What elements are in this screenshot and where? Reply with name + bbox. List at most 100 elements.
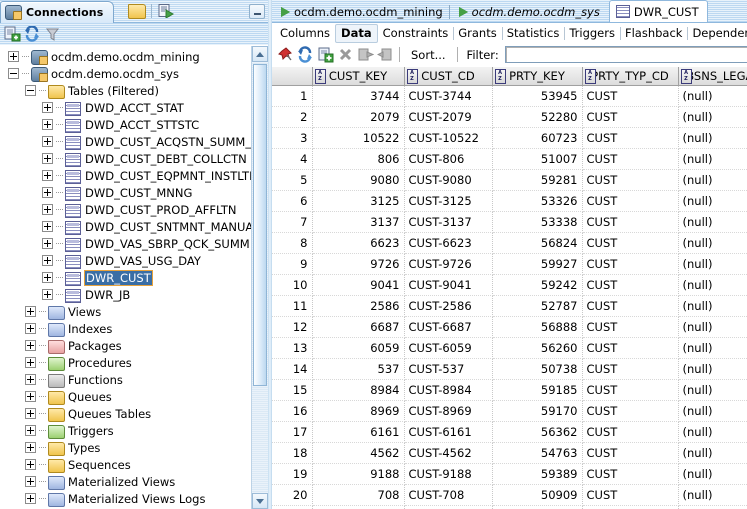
cell-prty_key[interactable]: 60723	[492, 128, 582, 149]
sort-button[interactable]: Sort...	[405, 48, 452, 62]
cell-prty_typ_cd[interactable]: CUST	[582, 86, 678, 107]
row-number[interactable]: 10	[272, 275, 312, 296]
cell-prty_key[interactable]: 52787	[492, 296, 582, 317]
expand-icon[interactable]	[25, 476, 36, 487]
row-number[interactable]: 7	[272, 212, 312, 233]
table-row[interactable]: 14537CUST-53750738CUST(null)	[272, 359, 747, 380]
cell-cust_key[interactable]: 6623	[312, 233, 404, 254]
tree-item-triggers[interactable]: Triggers	[0, 422, 252, 439]
table-row[interactable]: 176161CUST-616156362CUST(null)	[272, 422, 747, 443]
tab-connections[interactable]: Connections	[0, 1, 114, 23]
expand-icon[interactable]	[8, 51, 19, 62]
cell-cust_key[interactable]: 3744	[312, 86, 404, 107]
row-number[interactable]: 1	[272, 86, 312, 107]
cell-cust_cd[interactable]: CUST-537	[404, 359, 492, 380]
tree-item-dwd-cust-prod-affltn[interactable]: DWD_CUST_PROD_AFFLTN	[0, 201, 252, 218]
cell-bsns_legal[interactable]: (null)	[678, 401, 747, 422]
cell-bsns_legal[interactable]: (null)	[678, 359, 747, 380]
cell-cust_cd[interactable]: CUST-6059	[404, 338, 492, 359]
cell-cust_key[interactable]: 6687	[312, 317, 404, 338]
cell-cust_key[interactable]: 6059	[312, 338, 404, 359]
editor-tab-bar[interactable]: ocdm.demo.ocdm_miningocdm.demo.ocdm_sysD…	[272, 0, 747, 22]
tree-item-queues-tables[interactable]: Queues Tables	[0, 405, 252, 422]
cell-cust_key[interactable]: 10522	[312, 128, 404, 149]
scroll-up-button[interactable]	[252, 46, 268, 62]
cell-bsns_legal[interactable]: (null)	[678, 317, 747, 338]
expand-icon[interactable]	[25, 340, 36, 351]
cell-prty_key[interactable]: 52280	[492, 107, 582, 128]
column-header-cust_cd[interactable]: AZCUST_CD	[404, 67, 492, 86]
tree-item-packages[interactable]: Packages	[0, 337, 252, 354]
cell-prty_typ_cd[interactable]: CUST	[582, 359, 678, 380]
filter-icon[interactable]	[43, 25, 61, 43]
expand-icon[interactable]	[42, 102, 53, 113]
tree-item-dwd-acct-sttstc[interactable]: DWD_ACCT_STTSTC	[0, 116, 252, 133]
cell-prty_key[interactable]: 56260	[492, 338, 582, 359]
folder-icon[interactable]	[128, 2, 146, 20]
cell-cust_cd[interactable]: CUST-6623	[404, 233, 492, 254]
tab-statistics[interactable]: Statistics	[502, 24, 565, 43]
row-number[interactable]: 18	[272, 443, 312, 464]
cell-prty_typ_cd[interactable]: CUST	[582, 275, 678, 296]
new-connection-icon[interactable]	[3, 25, 21, 43]
cell-cust_cd[interactable]: CUST-10522	[404, 128, 492, 149]
tree-item-dwd-cust-eqpmnt-instltn[interactable]: DWD_CUST_EQPMNT_INSTLTN	[0, 167, 252, 184]
collapse-icon[interactable]	[8, 68, 19, 79]
cell-bsns_legal[interactable]: (null)	[678, 191, 747, 212]
cell-prty_key[interactable]: 56824	[492, 233, 582, 254]
cell-bsns_legal[interactable]: (null)	[678, 380, 747, 401]
cell-bsns_legal[interactable]: (null)	[678, 485, 747, 506]
cell-bsns_legal[interactable]: (null)	[678, 254, 747, 275]
tree-item-types[interactable]: Types	[0, 439, 252, 456]
expand-icon[interactable]	[42, 289, 53, 300]
tree-item-dwd-cust-mnng[interactable]: DWD_CUST_MNNG	[0, 184, 252, 201]
cell-prty_key[interactable]: 56888	[492, 317, 582, 338]
insert-row-icon[interactable]	[317, 46, 334, 63]
cell-cust_key[interactable]: 708	[312, 485, 404, 506]
cell-bsns_legal[interactable]: (null)	[678, 233, 747, 254]
table-row[interactable]: 310522CUST-1052260723CUST(null)	[272, 128, 747, 149]
row-number[interactable]: 6	[272, 191, 312, 212]
cell-cust_cd[interactable]: CUST-3137	[404, 212, 492, 233]
cell-cust_key[interactable]: 9188	[312, 464, 404, 485]
grid-corner-header[interactable]	[272, 67, 312, 86]
editor-tab-dwr-cust[interactable]: DWR_CUST	[609, 0, 708, 22]
row-number[interactable]: 20	[272, 485, 312, 506]
tree-item-dwd-cust-acqstn-summ-d[interactable]: DWD_CUST_ACQSTN_SUMM_D	[0, 133, 252, 150]
cell-cust_key[interactable]: 8969	[312, 401, 404, 422]
expand-icon[interactable]	[42, 119, 53, 130]
cell-cust_cd[interactable]: CUST-2586	[404, 296, 492, 317]
expand-icon[interactable]	[25, 459, 36, 470]
expand-icon[interactable]	[25, 323, 36, 334]
cell-bsns_legal[interactable]: (null)	[678, 170, 747, 191]
cell-cust_cd[interactable]: CUST-4562	[404, 443, 492, 464]
expand-icon[interactable]	[25, 408, 36, 419]
tab-triggers[interactable]: Triggers	[564, 24, 620, 43]
cell-prty_typ_cd[interactable]: CUST	[582, 191, 678, 212]
cell-cust_cd[interactable]: CUST-806	[404, 149, 492, 170]
expand-icon[interactable]	[25, 493, 36, 504]
tab-flashback[interactable]: Flashback	[620, 24, 687, 43]
minimize-panel-button[interactable]	[249, 4, 265, 19]
row-number[interactable]: 2	[272, 107, 312, 128]
cell-cust_cd[interactable]: CUST-3744	[404, 86, 492, 107]
cell-prty_typ_cd[interactable]: CUST	[582, 380, 678, 401]
table-row[interactable]: 22079CUST-207952280CUST(null)	[272, 107, 747, 128]
table-row[interactable]: 13744CUST-374453945CUST(null)	[272, 86, 747, 107]
expand-icon[interactable]	[42, 238, 53, 249]
cell-cust_key[interactable]: 2079	[312, 107, 404, 128]
table-row[interactable]: 20708CUST-70850909CUST(null)	[272, 485, 747, 506]
data-grid-header-row[interactable]: AZCUST_KEYAZCUST_CDAZPRTY_KEYAZPRTY_TYP_…	[272, 67, 747, 86]
expand-icon[interactable]	[42, 153, 53, 164]
cell-prty_typ_cd[interactable]: CUST	[582, 422, 678, 443]
cell-cust_key[interactable]: 3125	[312, 191, 404, 212]
scroll-down-button[interactable]	[252, 493, 268, 509]
expand-icon[interactable]	[25, 425, 36, 436]
editor-tab-ocdm-demo-ocdm-mining[interactable]: ocdm.demo.ocdm_mining	[274, 1, 452, 22]
cell-cust_key[interactable]: 4562	[312, 443, 404, 464]
cell-cust_cd[interactable]: CUST-9080	[404, 170, 492, 191]
cell-prty_typ_cd[interactable]: CUST	[582, 317, 678, 338]
connections-tree[interactable]: ocdm.demo.ocdm_miningocdm.demo.ocdm_sysT…	[0, 46, 252, 509]
cell-bsns_legal[interactable]: (null)	[678, 212, 747, 233]
cell-bsns_legal[interactable]: (null)	[678, 338, 747, 359]
